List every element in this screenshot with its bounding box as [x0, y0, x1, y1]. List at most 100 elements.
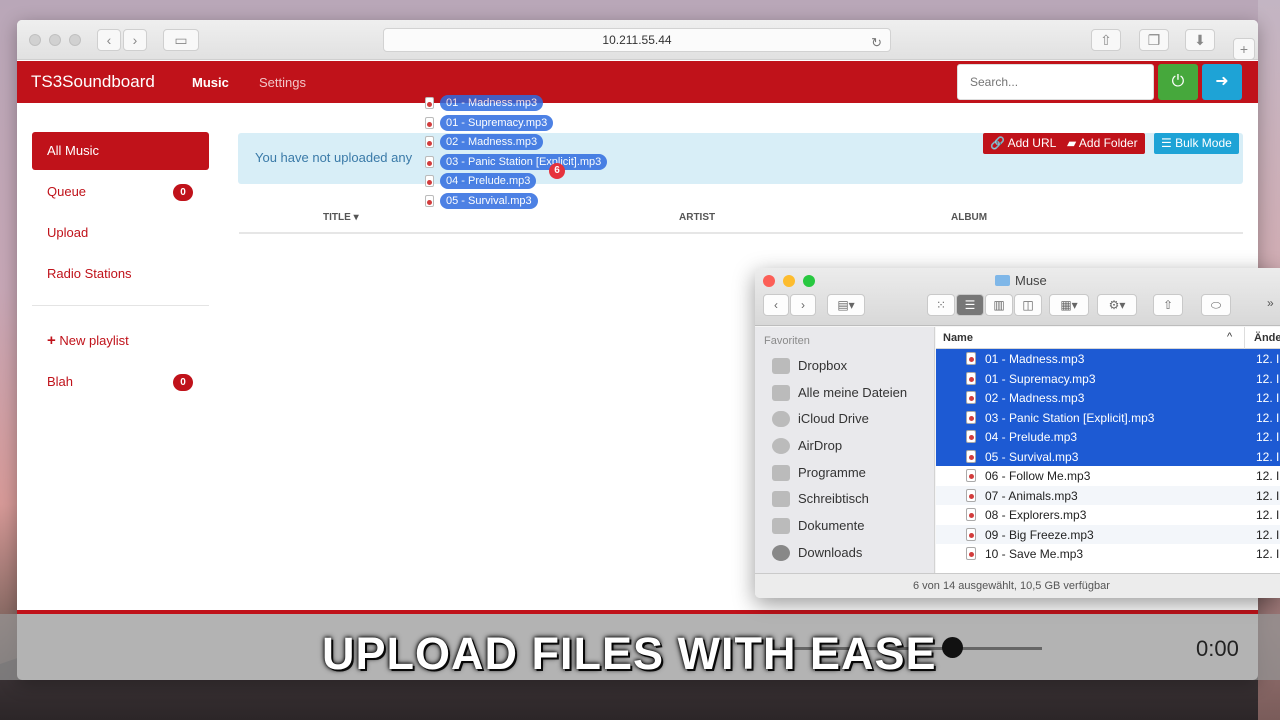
- finder-minimize-button[interactable]: [783, 275, 795, 287]
- file-row[interactable]: 05 - Survival.mp3 12. I: [936, 446, 1280, 466]
- tabs-icon[interactable]: ❐: [1139, 29, 1169, 51]
- seek-handle[interactable]: [942, 637, 963, 658]
- column-name[interactable]: Name: [943, 332, 973, 344]
- finder-sidebar-label: Programme: [798, 464, 866, 480]
- forward-icon[interactable]: ›: [123, 29, 147, 51]
- file-row[interactable]: 01 - Madness.mp3 12. I: [936, 349, 1280, 369]
- brand-logo[interactable]: TS3Soundboard: [31, 72, 155, 92]
- icon-view-icon[interactable]: ⁙: [927, 294, 955, 316]
- finder-sidebar-label: AirDrop: [798, 438, 843, 454]
- new-tab-icon[interactable]: +: [1233, 38, 1255, 60]
- back-icon[interactable]: ‹: [97, 29, 121, 51]
- sidebar-item-radio-stations[interactable]: Radio Stations: [32, 255, 209, 293]
- column-artist[interactable]: ARTIST: [679, 212, 715, 223]
- sort-caret-icon: ▾: [353, 212, 359, 223]
- file-list-header: Name ^ Ände: [936, 327, 1280, 349]
- drag-item: 01 - Supremacy.mp3: [420, 114, 660, 134]
- finder-close-button[interactable]: [763, 275, 775, 287]
- finder-sidebar-desktop[interactable]: Schreibtisch: [755, 486, 934, 513]
- file-row[interactable]: 08 - Explorers.mp3 12. I: [936, 505, 1280, 525]
- playback-time: 0:00: [1196, 636, 1239, 661]
- finder-zoom-button[interactable]: [803, 275, 815, 287]
- sidebar-item-all-music[interactable]: All Music: [32, 132, 209, 170]
- music-table-header: TITLE ▾ ARTIST ALBUM: [239, 206, 1243, 234]
- drag-preview: 01 - Madness.mp3 01 - Supremacy.mp3 02 -…: [420, 94, 660, 211]
- link-icon: 🔗: [990, 136, 1005, 150]
- column-date[interactable]: Ände: [1254, 332, 1280, 344]
- reload-icon[interactable]: ↻: [871, 32, 882, 54]
- nav-music[interactable]: Music: [192, 75, 229, 90]
- downloads-folder-icon: [772, 544, 790, 561]
- finder-sidebar-downloads[interactable]: Downloads: [755, 540, 934, 567]
- finder-sidebar-dropbox[interactable]: Dropbox: [755, 353, 934, 380]
- finder-forward-icon[interactable]: ›: [790, 294, 816, 316]
- audio-file-icon: [966, 430, 976, 443]
- logout-icon[interactable]: ➜: [1202, 64, 1242, 100]
- finder-sidebar-label: Dropbox: [798, 358, 848, 373]
- nav-settings[interactable]: Settings: [259, 75, 306, 90]
- favorites-header: Favoriten: [764, 335, 810, 347]
- arrange-icon[interactable]: ▦▾: [1049, 294, 1089, 316]
- close-window-button[interactable]: [29, 34, 41, 46]
- list-view-icon[interactable]: ☰: [956, 294, 984, 316]
- sidebar-item-queue[interactable]: Queue 0: [32, 173, 209, 211]
- tag-icon[interactable]: ⬭: [1201, 294, 1231, 316]
- file-row[interactable]: 10 - Save Me.mp3 12. I: [936, 544, 1280, 564]
- finder-share-icon[interactable]: ⇧: [1153, 294, 1183, 316]
- add-folder-button[interactable]: ▰ Add Folder: [1060, 133, 1145, 154]
- finder-sidebar-all-files[interactable]: Alle meine Dateien: [755, 380, 934, 407]
- toolbar-overflow-icon[interactable]: »: [1267, 296, 1274, 310]
- action-gear-icon[interactable]: ⚙▾: [1097, 294, 1137, 316]
- add-url-label: Add URL: [1007, 136, 1057, 150]
- cover-flow-icon[interactable]: ◫: [1014, 294, 1042, 316]
- minimize-window-button[interactable]: [49, 34, 61, 46]
- bulk-mode-button[interactable]: ☰ Bulk Mode: [1154, 133, 1239, 154]
- audio-file-icon: [425, 116, 434, 129]
- finder-sidebar-label: iCloud Drive: [798, 411, 869, 427]
- file-row[interactable]: 07 - Animals.mp3 12. I: [936, 485, 1280, 505]
- drag-item-label: 01 - Supremacy.mp3: [440, 114, 554, 131]
- path-menu-icon[interactable]: ▤▾: [827, 294, 865, 316]
- search-input[interactable]: [957, 64, 1154, 100]
- power-icon[interactable]: ⏻: [1158, 64, 1198, 100]
- downloads-icon[interactable]: ⬇: [1185, 29, 1215, 51]
- drag-item: 02 - Madness.mp3: [420, 133, 660, 153]
- file-row[interactable]: 04 - Prelude.mp3 12. I: [936, 427, 1280, 447]
- sidebar-item-playlist-blah[interactable]: Blah 0: [32, 363, 209, 401]
- file-row[interactable]: 01 - Supremacy.mp3 12. I: [936, 368, 1280, 388]
- playlist-label: Blah: [47, 374, 74, 389]
- file-date: 12. I: [1256, 547, 1280, 561]
- column-album[interactable]: ALBUM: [951, 212, 987, 223]
- column-view-icon[interactable]: ▥: [985, 294, 1013, 316]
- finder-back-icon[interactable]: ‹: [763, 294, 789, 316]
- file-row[interactable]: 09 - Big Freeze.mp3 12. I: [936, 524, 1280, 544]
- finder-sidebar: Favoriten Dropbox Alle meine Dateien iCl…: [755, 327, 935, 573]
- sidebar-toggle-icon[interactable]: ▭: [163, 29, 199, 51]
- sidebar-item-label: Radio Stations: [47, 266, 132, 281]
- finder-sidebar-applications[interactable]: Programme: [755, 460, 934, 487]
- add-url-button[interactable]: 🔗 Add URL: [983, 133, 1064, 154]
- file-row[interactable]: 06 - Follow Me.mp3 12. I: [936, 466, 1280, 486]
- finder-status-bar: 6 von 14 ausgewählt, 10,5 GB verfügbar: [755, 573, 1280, 598]
- audio-file-icon: [966, 508, 976, 521]
- add-folder-label: Add Folder: [1078, 136, 1138, 150]
- share-icon[interactable]: ⇧: [1091, 29, 1121, 51]
- app-sidebar: All Music Queue 0 Upload Radio Stations +…: [32, 132, 209, 404]
- zoom-window-button[interactable]: [69, 34, 81, 46]
- new-playlist-button[interactable]: + New playlist: [32, 322, 209, 360]
- finder-sidebar-icloud[interactable]: iCloud Drive: [755, 406, 934, 433]
- status-text: 6 von 14 ausgewählt, 10,5 GB verfügbar: [913, 580, 1110, 592]
- sidebar-item-upload[interactable]: Upload: [32, 214, 209, 252]
- audio-file-icon: [966, 469, 976, 482]
- file-row[interactable]: 03 - Panic Station [Explicit].mp3 12. I: [936, 407, 1280, 427]
- dropbox-icon: [772, 358, 790, 374]
- address-bar[interactable]: 10.211.55.44 ↻: [383, 28, 891, 52]
- column-title[interactable]: TITLE ▾: [323, 212, 359, 223]
- file-row[interactable]: 02 - Madness.mp3 12. I: [936, 388, 1280, 408]
- folder-icon: ▰: [1067, 136, 1077, 150]
- finder-sidebar-documents[interactable]: Dokumente: [755, 513, 934, 540]
- file-name: 02 - Madness.mp3: [985, 391, 1085, 405]
- finder-sidebar-airdrop[interactable]: AirDrop: [755, 433, 934, 460]
- column-title-label: TITLE: [323, 212, 351, 223]
- audio-file-icon: [425, 136, 434, 148]
